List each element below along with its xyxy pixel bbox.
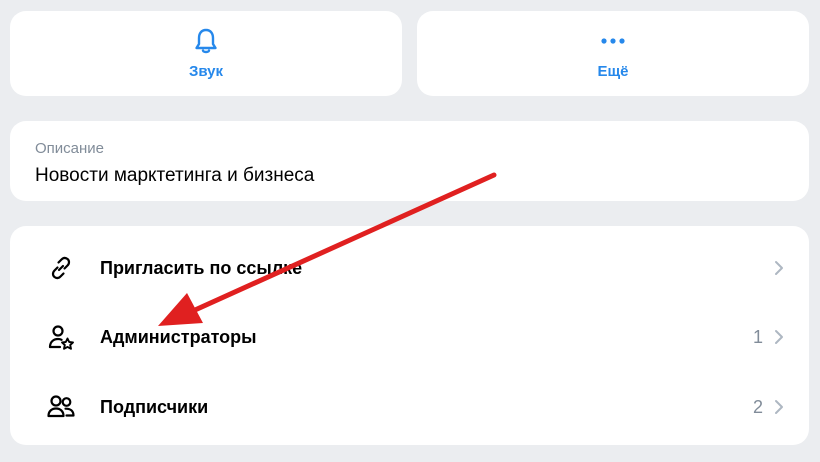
subscribers-item[interactable]: Подписчики 2: [10, 374, 809, 440]
users-icon: [46, 392, 76, 422]
administrators-label: Администраторы: [100, 326, 257, 347]
subscribers-count: 2: [752, 396, 763, 417]
more-label: Ещё: [597, 63, 629, 80]
chevron-right-icon: [773, 259, 785, 277]
bell-icon: [193, 27, 219, 55]
channel-menu: Пригласить по ссылке Администраторы 1 По…: [10, 226, 809, 445]
administrators-item[interactable]: Администраторы 1: [10, 304, 809, 370]
administrators-count: 1: [752, 326, 763, 347]
description-card: Описание Новости марктетинга и бизнеса: [10, 121, 809, 201]
description-label: Описание: [35, 140, 105, 157]
chevron-right-icon: [773, 398, 785, 416]
user-star-icon: [46, 322, 76, 352]
invite-by-link-item[interactable]: Пригласить по ссылке: [10, 235, 809, 301]
description-value: Новости марктетинга и бизнеса: [35, 165, 315, 186]
sound-button[interactable]: Звук: [10, 11, 402, 96]
invite-by-link-label: Пригласить по ссылке: [100, 257, 303, 278]
more-dots-icon: [600, 27, 626, 55]
subscribers-label: Подписчики: [100, 396, 209, 417]
more-button[interactable]: Ещё: [417, 11, 809, 96]
link-icon: [46, 253, 76, 283]
sound-label: Звук: [188, 63, 224, 80]
chevron-right-icon: [773, 328, 785, 346]
